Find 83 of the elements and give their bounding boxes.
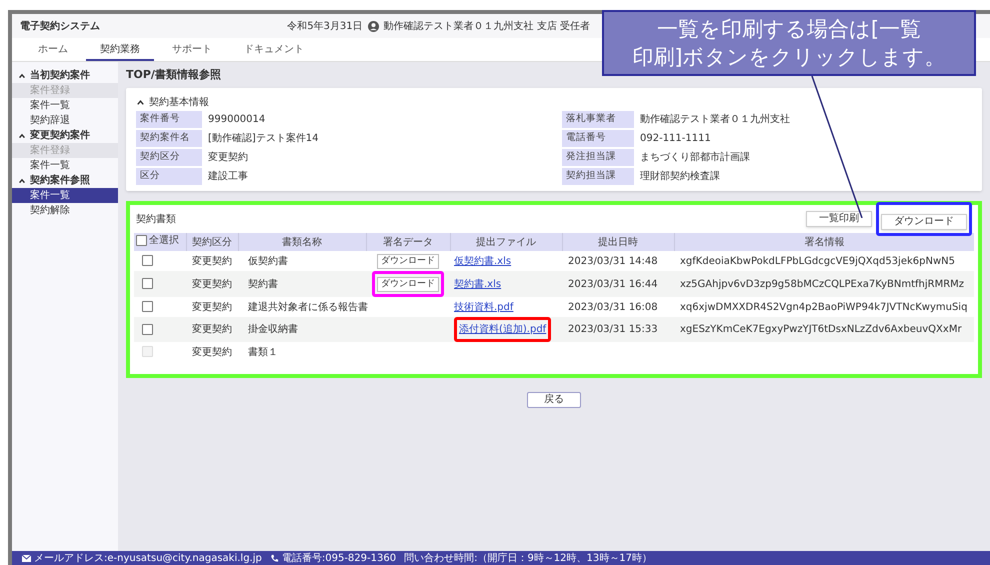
field-value: 理財部契約検査課 [639,170,721,184]
file-link[interactable]: 契約書.xls [454,278,502,290]
table-cell: 変更契約 [192,278,232,290]
file-link[interactable]: 技術資料.pdf [454,302,514,312]
table-cell: 書類１ [248,346,278,358]
table-cell: 2023/03/31 14:48 [568,256,658,266]
field-value: 動作確認テスト業者０１九州支社 [639,112,791,127]
back-button[interactable]: 戻る [527,392,581,408]
page-title: TOP/書類情報参照 [126,66,221,83]
phone-icon [270,554,279,562]
user-name: 動作確認テスト業者０１九州支社 支店 受任者 [384,20,590,34]
field-label: 区分 [136,168,202,185]
nav-tab[interactable]: サポート [158,39,226,61]
action-button[interactable]: ダウンロード [881,214,967,230]
checkbox[interactable] [142,255,153,266]
sidebar-item[interactable]: 契約解除 [12,203,118,218]
table-cell: 変更契約 [192,346,232,358]
email-text: メールアドレス:e-nyusatsu@city.nagasaki.lg.jp [34,552,262,565]
field-label: 電話番号 [562,130,634,147]
field-label: 契約区分 [136,149,202,166]
app-title: 電子契約システム [20,20,100,34]
field-value: 092-111-1111 [639,132,712,146]
field-label: 落札事業者 [562,111,634,128]
chevron-icon[interactable] [18,176,26,184]
callout-text: 一覧を印刷する場合は[一覧 印刷]ボタンをクリックします。 [632,16,946,71]
column-header: 提出ファイル [450,233,562,251]
file-link[interactable]: 添付資料(追加).pdf [459,324,546,335]
hours-text: 問い合わせ時間:（開庁日：9時～12時、13時～17時） [404,552,652,565]
chevron-icon[interactable] [136,98,145,106]
phone-text: 電話番号:095-829-1360 [282,552,396,565]
action-button[interactable]: 一覧印刷 [806,211,872,227]
sidebar-section[interactable]: 変更契約案件 [12,128,118,143]
table-cell: 変更契約 [192,324,232,335]
sidebar-item[interactable]: 案件一覧 [12,188,118,203]
download-button[interactable]: ダウンロード [377,277,439,292]
download-button[interactable]: ダウンロード [377,254,439,269]
file-link[interactable]: 仮契約書.xls [454,256,512,266]
user-icon [368,20,379,32]
column-header: 全選択 [149,234,179,248]
field-label: 案件番号 [136,111,202,128]
sidebar-item[interactable]: 契約辞退 [12,113,118,128]
table-cell: xgESzYKmCeK7EgxyPwzYJT6tDsxNLzZdv6AxbeuvQXxMr [680,324,962,335]
section-title: 契約書類 [136,212,176,226]
sidebar-item[interactable]: 案件一覧 [12,98,118,113]
column-header: 署名データ [366,233,450,251]
section-title: 契約基本情報 [149,96,209,110]
field-label: 契約担当課 [562,168,634,185]
table-cell: 2023/03/31 16:44 [568,278,658,290]
table-cell: 2023/03/31 15:33 [568,324,658,335]
table-cell: 変更契約 [192,256,232,266]
table-cell: 2023/03/31 16:08 [568,302,658,312]
table-cell: xgfKdeoiaKbwPokdLFPbLGdcgcVE9jQXqd53jek6pNwN5 [680,256,955,266]
checkbox[interactable] [142,324,153,335]
field-value: 建設工事 [207,170,249,184]
table-cell: 仮契約書 [248,256,288,266]
sidebar-item[interactable]: 案件一覧 [12,158,118,173]
table-cell: xz5GAhjpv6vD3zp9g58bMCzCQLPExa7KyBNmtfhjRMRMz [680,278,964,290]
column-header: 契約区分 [186,233,238,251]
mail-icon [22,554,31,562]
sidebar-section[interactable]: 契約案件参照 [12,173,118,188]
checkbox[interactable] [142,301,153,312]
table-cell: xq6xjwDMXXDR4S2Vgn4p2BaoPiWP94k7JVTNcKwymuSiq [680,302,968,312]
field-label: 契約案件名 [136,130,202,147]
field-value: 変更契約 [207,150,249,165]
checkbox[interactable] [142,278,153,290]
field-value: 999000014 [207,113,266,127]
field-label: 発注担当課 [562,149,634,166]
table-cell: 建退共対象者に係る報告書 [248,302,368,312]
date-text: 令和5年3月31日 [287,20,363,34]
field-value: まちづくり部都市計画課 [639,150,751,165]
sidebar-section[interactable]: 当初契約案件 [12,68,118,83]
column-header: 提出日時 [562,233,674,251]
chevron-icon[interactable] [18,72,26,80]
nav-tab[interactable]: ドキュメント [230,39,318,61]
nav-tab[interactable]: ホーム [24,39,82,61]
checkbox[interactable] [136,235,147,246]
column-header: 書類名称 [238,233,366,251]
column-header: 署名情報 [674,233,974,251]
field-value: [動作確認]テスト案件14 [207,132,320,146]
table-cell: 変更契約 [192,302,232,312]
table-cell: 掛金収納書 [248,324,298,335]
table-cell: 契約書 [248,278,278,290]
chevron-icon[interactable] [18,132,26,140]
